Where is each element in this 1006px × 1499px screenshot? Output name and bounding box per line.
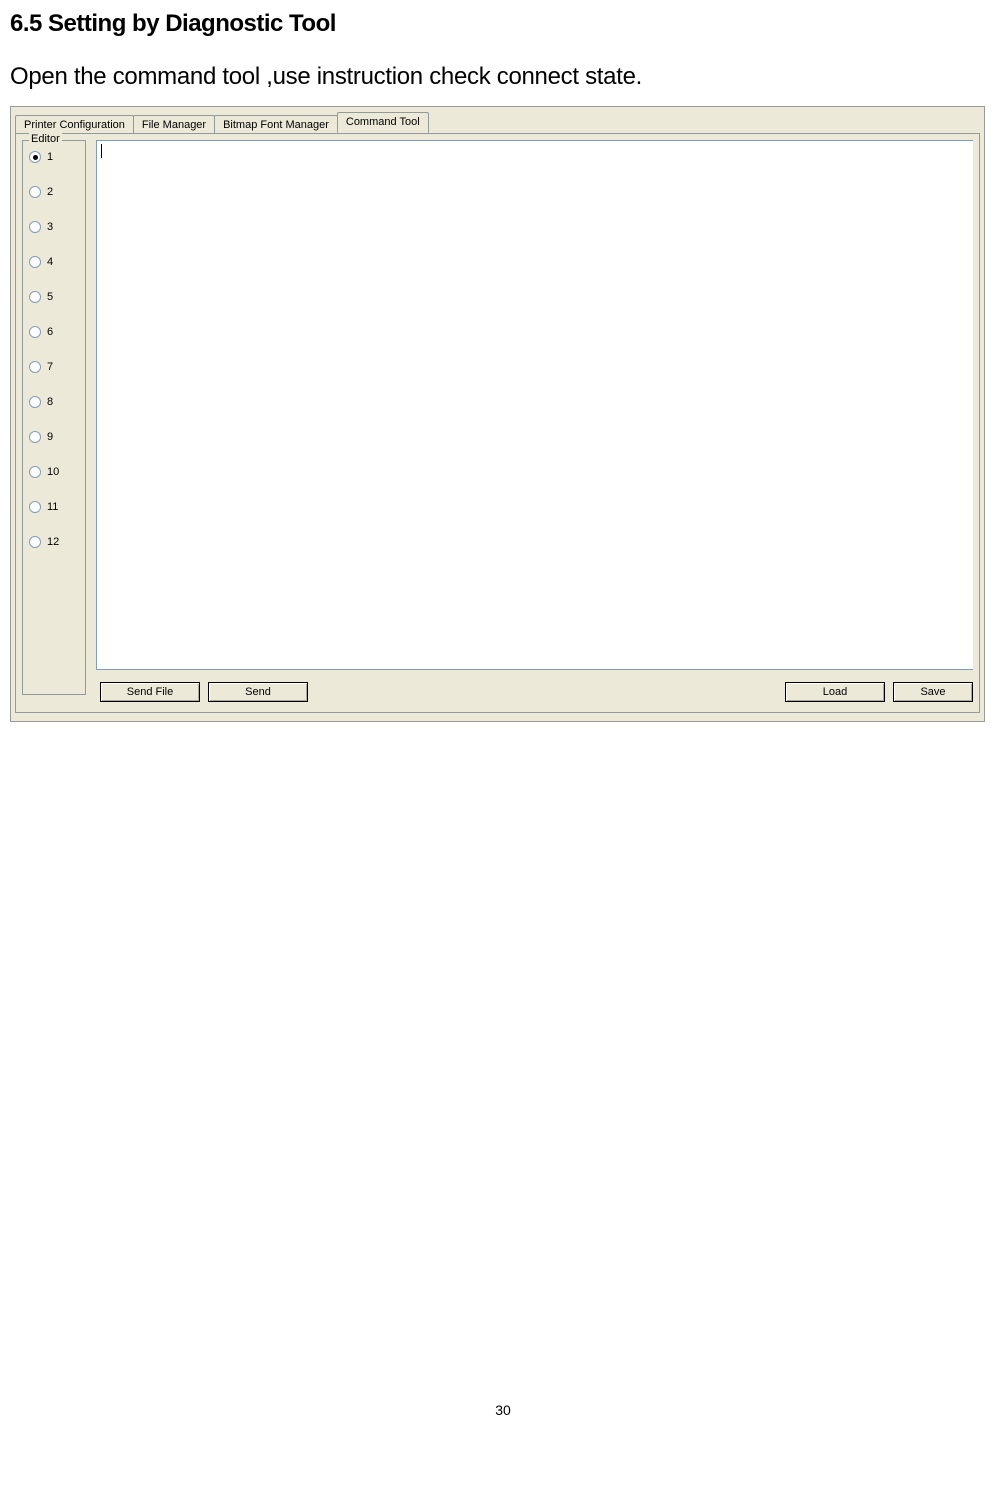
radio-icon: [29, 536, 41, 548]
body-text: Open the command tool ,use instruction c…: [10, 63, 996, 91]
radio-label: 6: [47, 326, 53, 338]
radio-label: 1: [47, 151, 53, 163]
editor-radio-group: Editor 1 2 3 4 5 6: [22, 140, 86, 695]
radio-item-5[interactable]: 5: [29, 291, 79, 303]
radio-icon: [29, 431, 41, 443]
radio-item-4[interactable]: 4: [29, 256, 79, 268]
load-button[interactable]: Load: [785, 682, 885, 702]
radio-icon: [29, 151, 41, 163]
radio-label: 12: [47, 536, 59, 548]
radio-label: 11: [47, 501, 58, 513]
radio-item-6[interactable]: 6: [29, 326, 79, 338]
radio-item-8[interactable]: 8: [29, 396, 79, 408]
radio-label: 4: [47, 256, 53, 268]
radio-label: 5: [47, 291, 53, 303]
radio-item-3[interactable]: 3: [29, 221, 79, 233]
editor-legend: Editor: [29, 133, 62, 145]
tab-content: Editor 1 2 3 4 5 6: [15, 133, 980, 713]
radio-label: 8: [47, 396, 53, 408]
diagnostic-tool-window: Printer Configuration File Manager Bitma…: [10, 106, 985, 722]
radio-label: 3: [47, 221, 53, 233]
send-file-button[interactable]: Send File: [100, 682, 200, 702]
radio-label: 7: [47, 361, 53, 373]
radio-icon: [29, 396, 41, 408]
radio-item-1[interactable]: 1: [29, 151, 79, 163]
command-textarea[interactable]: [96, 140, 973, 670]
radio-item-12[interactable]: 12: [29, 536, 79, 548]
radio-label: 2: [47, 186, 53, 198]
save-button[interactable]: Save: [893, 682, 973, 702]
radio-item-11[interactable]: 11: [29, 501, 79, 513]
radio-icon: [29, 501, 41, 513]
radio-label: 10: [47, 466, 59, 478]
tab-printer-configuration[interactable]: Printer Configuration: [15, 115, 134, 134]
radio-label: 9: [47, 431, 53, 443]
button-row: Send File Send Load Save: [100, 682, 973, 702]
tab-file-manager[interactable]: File Manager: [133, 115, 215, 134]
radio-icon: [29, 256, 41, 268]
tab-bitmap-font-manager[interactable]: Bitmap Font Manager: [214, 115, 338, 134]
radio-icon: [29, 361, 41, 373]
page-number: 30: [10, 1402, 996, 1418]
spacer: [316, 682, 777, 702]
radio-item-2[interactable]: 2: [29, 186, 79, 198]
radio-icon: [29, 466, 41, 478]
radio-icon: [29, 186, 41, 198]
radio-item-7[interactable]: 7: [29, 361, 79, 373]
radio-item-10[interactable]: 10: [29, 466, 79, 478]
radio-icon: [29, 291, 41, 303]
send-button[interactable]: Send: [208, 682, 308, 702]
radio-icon: [29, 326, 41, 338]
section-heading: 6.5 Setting by Diagnostic Tool: [10, 10, 996, 38]
radio-item-9[interactable]: 9: [29, 431, 79, 443]
tab-command-tool[interactable]: Command Tool: [337, 112, 429, 133]
radio-icon: [29, 221, 41, 233]
tab-bar: Printer Configuration File Manager Bitma…: [15, 111, 980, 133]
